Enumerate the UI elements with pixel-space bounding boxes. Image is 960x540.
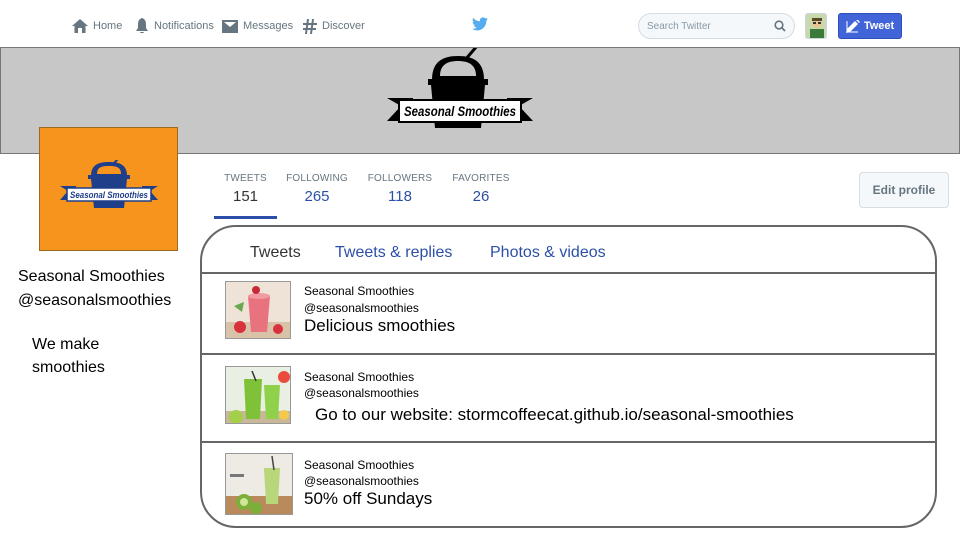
- nav-home-label: Home: [93, 20, 123, 32]
- tweet-author-handle[interactable]: @seasonalsmoothies: [304, 386, 419, 400]
- smoothie-photo-green: [226, 367, 290, 423]
- stat-tweets-value: 151: [232, 188, 259, 205]
- tweet-author-name[interactable]: Seasonal Smoothies: [304, 284, 414, 298]
- timeline-tabs: Tweets Tweets & replies Photos & videos: [202, 227, 935, 274]
- tweet-image[interactable]: [225, 366, 291, 424]
- stat-following-label: FOLLOWING: [286, 173, 348, 184]
- tweet-author-name[interactable]: Seasonal Smoothies: [304, 458, 414, 472]
- tweet-author-handle[interactable]: @seasonalsmoothies: [304, 301, 419, 315]
- nav-messages-label: Messages: [243, 20, 294, 32]
- nav-messages[interactable]: Messages: [222, 16, 293, 36]
- stat-tweets-label: TWEETS: [224, 173, 267, 184]
- profile-avatar-logo-text: Seasonal Smoothies: [70, 190, 148, 200]
- tweet-author-name[interactable]: Seasonal Smoothies: [304, 370, 414, 384]
- banner-logo-text: Seasonal Smoothies: [404, 103, 516, 119]
- compose-tweet-label: Tweet: [863, 20, 895, 32]
- nav-discover[interactable]: Discover: [303, 16, 365, 36]
- tab-tweets[interactable]: Tweets: [250, 244, 301, 262]
- stat-tweets[interactable]: TWEETS 151: [214, 173, 277, 219]
- nav-notifications[interactable]: Notifications: [135, 16, 214, 36]
- profile-handle[interactable]: @seasonalsmoothies: [18, 292, 171, 310]
- profile-name: Seasonal Smoothies: [18, 268, 165, 285]
- profile-avatar-logo: Seasonal Smoothies: [60, 160, 158, 208]
- tweet-text: Delicious smoothies: [304, 316, 456, 335]
- search-box[interactable]: [638, 13, 795, 39]
- tab-photos-and-videos[interactable]: Photos & videos: [490, 244, 606, 262]
- stat-followers-label: FOLLOWERS: [367, 173, 433, 184]
- compose-tweet-button[interactable]: Tweet: [838, 13, 902, 39]
- bell-icon: [136, 18, 148, 34]
- edit-profile-button[interactable]: Edit profile: [859, 172, 949, 208]
- stat-favorites-value: 26: [472, 188, 490, 205]
- top-navigation: Home Notifications Messages Discover Twe…: [0, 0, 960, 48]
- search-icon[interactable]: [774, 20, 786, 32]
- twitter-bird-icon[interactable]: [472, 17, 488, 31]
- envelope-icon: [222, 19, 238, 33]
- tweet-image[interactable]: [225, 453, 293, 515]
- tweet-image[interactable]: [225, 281, 291, 339]
- profile-avatar[interactable]: Seasonal Smoothies: [39, 127, 178, 251]
- nav-notifications-label: Notifications: [154, 20, 214, 32]
- user-avatar[interactable]: [805, 13, 827, 39]
- nav-home[interactable]: Home: [72, 16, 122, 36]
- tab-tweets-and-replies[interactable]: Tweets & replies: [335, 244, 452, 262]
- profile-bio: We make smoothies: [32, 336, 105, 376]
- tweet-item[interactable]: Seasonal Smoothies @seasonalsmoothies Go…: [202, 355, 935, 443]
- compose-icon: [845, 19, 860, 33]
- hashtag-icon: [303, 18, 317, 34]
- nav-discover-label: Discover: [322, 20, 365, 32]
- stat-following-value: 265: [304, 188, 330, 205]
- tweet-author-handle[interactable]: @seasonalsmoothies: [304, 474, 419, 488]
- home-icon: [72, 19, 88, 33]
- tweet-item[interactable]: Seasonal Smoothies @seasonalsmoothies 50…: [202, 443, 935, 526]
- tweet-text: 50% off Sundays: [304, 489, 433, 508]
- timeline: Tweets Tweets & replies Photos & videos …: [200, 225, 937, 528]
- tweet-item[interactable]: Seasonal Smoothies @seasonalsmoothies De…: [202, 274, 935, 355]
- search-input[interactable]: [647, 20, 767, 32]
- stat-favorites[interactable]: FAVORITES 26: [450, 173, 512, 205]
- stat-followers-value: 118: [388, 188, 412, 205]
- tweet-text: Go to our website: stormcoffeecat.github…: [315, 405, 794, 424]
- user-avatar-image: [806, 14, 826, 38]
- stat-followers[interactable]: FOLLOWERS 118: [366, 173, 434, 205]
- banner-logo: Seasonal Smoothies: [387, 48, 533, 128]
- smoothie-photo-kiwi: [226, 454, 292, 514]
- smoothie-photo-strawberry: [226, 282, 290, 338]
- stat-favorites-label: FAVORITES: [452, 173, 510, 184]
- stat-following[interactable]: FOLLOWING 265: [286, 173, 348, 205]
